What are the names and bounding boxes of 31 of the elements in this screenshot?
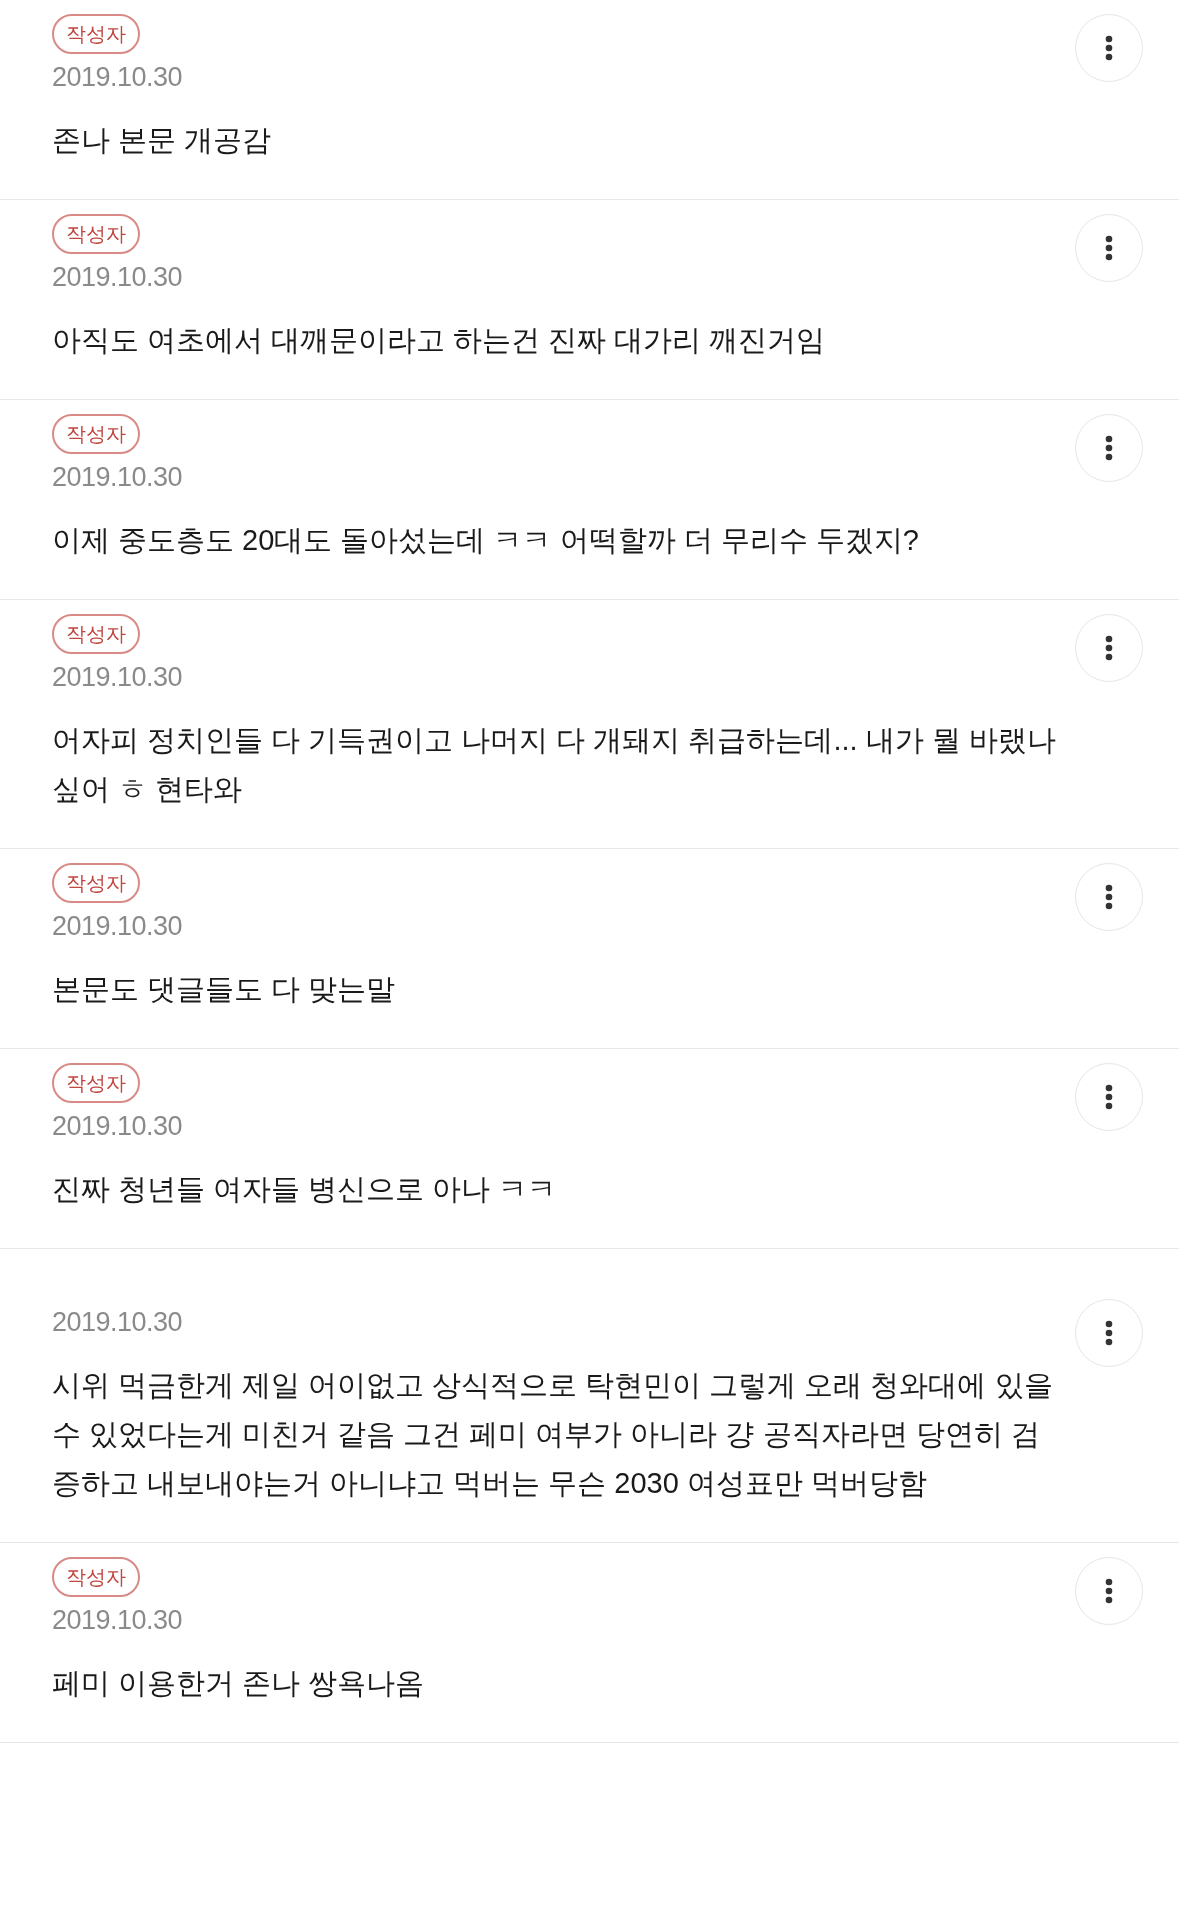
comment-date: 2019.10.30	[52, 910, 183, 943]
more-icon	[1105, 884, 1113, 910]
comment-text: 진짜 청년들 여자들 병신으로 아나 ㅋㅋ	[52, 1172, 557, 1207]
comment-date: 2019.10.30	[52, 1604, 183, 1637]
comment-date: 2019.10.30	[52, 61, 183, 94]
comment-text: 페미 이용한거 존나 쌍욕나옴	[52, 1666, 425, 1701]
comment-text: 존나 본문 개공감	[52, 123, 272, 158]
more-icon	[1105, 435, 1113, 461]
more-icon	[1105, 1320, 1113, 1346]
author-badge: 작성자	[52, 614, 140, 654]
author-badge: 작성자	[52, 14, 140, 54]
more-icon	[1105, 1084, 1113, 1110]
comment-date: 2019.10.30	[52, 261, 183, 294]
more-icon	[1105, 635, 1113, 661]
more-icon	[1105, 1578, 1113, 1604]
comment-text: 아직도 여초에서 대깨문이라고 하는건 진짜 대가리 깨진거임	[52, 323, 826, 358]
author-badge: 작성자	[52, 414, 140, 454]
comment-text: 이제 중도층도 20대도 돌아섰는데 ㅋㅋ 어떡할까 더 무리수 두겠지?	[52, 523, 919, 558]
comment-date: 2019.10.30	[52, 1306, 183, 1339]
author-badge: 작성자	[52, 1063, 140, 1103]
author-badge: 작성자	[52, 1557, 140, 1597]
more-icon	[1105, 235, 1113, 261]
author-badge: 작성자	[52, 214, 140, 254]
more-icon	[1105, 35, 1113, 61]
comment-date: 2019.10.30	[52, 661, 183, 694]
comment-text: 시위 먹금한게 제일 어이없고 상식적으로 탁현민이 그렇게 오래 청와대에 있을 수 있었다는게 미친거 같음 그건 페미 여부가 아니라 걍 공직자라면 당연히 검증하고 내보내야는거 아니냐고 먹버는 무슨 2030 여성표만 먹버당함	[52, 1368, 1054, 1501]
comment-date: 2019.10.30	[52, 1110, 183, 1143]
comment-text: 본문도 댓글들도 다 맞는말	[52, 972, 396, 1007]
comment-date: 2019.10.30	[52, 461, 183, 494]
comment-text: 어자피 정치인들 다 기득권이고 나머지 다 개돼지 취급하는데... 내가 뭘 바랬나 싶어 ㅎ 현타와	[52, 723, 1057, 807]
author-badge: 작성자	[52, 863, 140, 903]
